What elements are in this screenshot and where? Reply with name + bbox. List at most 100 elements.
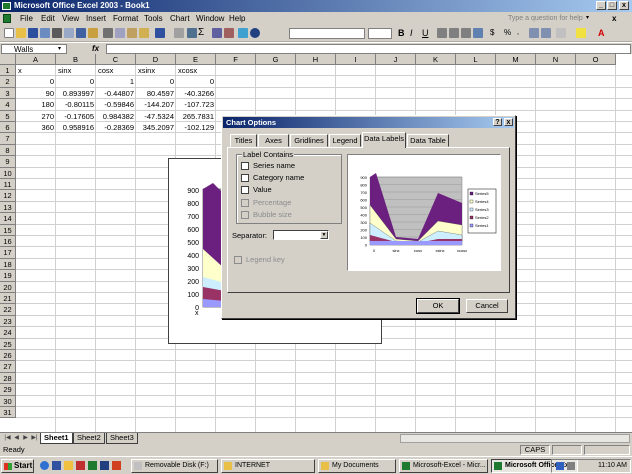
borders-icon[interactable] (556, 28, 566, 38)
spelling-icon[interactable] (76, 28, 86, 38)
column-header-c[interactable]: C (96, 54, 136, 65)
row-header-16[interactable]: 16 (0, 236, 16, 248)
cell-value[interactable]: 80.4597 (136, 88, 176, 100)
column-header-b[interactable]: B (56, 54, 96, 65)
italic-icon[interactable]: I (410, 28, 420, 38)
cell-value[interactable]: 0 (16, 76, 56, 88)
decrease-decimal-icon[interactable] (541, 28, 551, 38)
merge-center-icon[interactable] (473, 28, 483, 38)
desktop-icon[interactable] (52, 461, 61, 470)
cell-value[interactable]: -47.5324 (136, 111, 176, 123)
redo-icon[interactable] (174, 28, 184, 38)
row-header-20[interactable]: 20 (0, 281, 16, 293)
sort-ascending-icon[interactable] (212, 28, 222, 38)
row-header-12[interactable]: 12 (0, 190, 16, 202)
cell-value[interactable]: 265.7831 (176, 111, 216, 123)
network-icon[interactable] (556, 462, 564, 470)
formula-input[interactable] (106, 44, 631, 54)
font-name-select[interactable] (289, 28, 365, 39)
print-preview-icon[interactable] (64, 28, 74, 38)
excel-quicklaunch-icon[interactable] (88, 461, 97, 470)
new-icon[interactable] (4, 28, 14, 38)
row-header-23[interactable]: 23 (0, 315, 16, 328)
row-header-2[interactable]: 2 (0, 76, 16, 88)
row-header-13[interactable]: 13 (0, 201, 16, 214)
tab-data-table[interactable]: Data Table (407, 134, 449, 147)
column-header-k[interactable]: K (416, 54, 456, 65)
row-header-26[interactable]: 26 (0, 350, 16, 362)
task-removable-disk[interactable]: Removable Disk (F:) (131, 459, 218, 473)
menu-edit[interactable]: Edit (41, 12, 55, 25)
close-window-button[interactable]: x (619, 1, 629, 10)
word-quicklaunch-icon[interactable] (100, 461, 109, 470)
cell-value[interactable]: 0 (136, 76, 176, 88)
column-header-n[interactable]: N (536, 54, 576, 65)
minimize-button[interactable]: _ (596, 1, 606, 10)
task-microsoft-excel-micr[interactable]: Microsoft-Excel - Micr... (399, 459, 488, 473)
menu-file[interactable]: File (20, 12, 33, 25)
cell-value[interactable]: -107.723 (176, 99, 216, 111)
workbook-icon[interactable] (3, 14, 11, 23)
menu-insert[interactable]: Insert (86, 12, 106, 25)
help-search-input[interactable]: Type a question for help (508, 12, 592, 25)
dialog-close-button[interactable]: x (504, 118, 513, 126)
row-header-24[interactable]: 24 (0, 327, 16, 339)
cell-value[interactable]: 0 (56, 76, 96, 88)
cell-header[interactable]: x (18, 65, 56, 77)
prev-sheet-icon[interactable]: ◀ (12, 434, 21, 443)
cell-header[interactable]: xcosx (178, 65, 216, 77)
outlook-icon[interactable] (64, 461, 73, 470)
font-size-select[interactable] (368, 28, 392, 39)
underline-icon[interactable]: U (422, 28, 432, 38)
task-my-documents[interactable]: My Documents (318, 459, 396, 473)
cell-value[interactable]: 90 (16, 88, 56, 100)
cut-icon[interactable] (103, 28, 113, 38)
row-header-29[interactable]: 29 (0, 384, 16, 396)
cell-value[interactable]: -0.44807 (96, 88, 136, 100)
row-header-10[interactable]: 10 (0, 167, 16, 179)
row-header-14[interactable]: 14 (0, 213, 16, 225)
row-header-4[interactable]: 4 (0, 99, 16, 111)
checkbox-category-name[interactable]: Category name (241, 173, 304, 183)
cell-header[interactable]: sinx (58, 65, 96, 77)
cell-value[interactable]: -0.17605 (56, 111, 96, 123)
center-icon[interactable] (449, 28, 459, 38)
checkbox-series-name[interactable]: Series name (241, 161, 295, 171)
column-header-f[interactable]: F (216, 54, 256, 65)
row-header-17[interactable]: 17 (0, 247, 16, 259)
open-icon[interactable] (16, 28, 26, 38)
first-sheet-icon[interactable]: |◀ (3, 434, 12, 443)
cell-header[interactable]: xsinx (138, 65, 176, 77)
sheet-tab-sheet1[interactable]: Sheet1 (40, 433, 73, 444)
help-icon[interactable] (250, 28, 260, 38)
checkbox-box[interactable] (241, 174, 249, 182)
comma-icon[interactable]: , (517, 28, 527, 38)
cell-value[interactable]: 0.984382 (96, 111, 136, 123)
name-box-dropdown-icon[interactable]: ▾ (58, 45, 61, 52)
permission-icon[interactable] (40, 28, 50, 38)
bold-icon[interactable]: B (398, 28, 408, 38)
column-header-d[interactable]: D (136, 54, 176, 65)
select-all-corner[interactable] (0, 54, 16, 65)
autosum-icon[interactable]: Σ (198, 28, 208, 38)
checkbox-box[interactable] (241, 186, 249, 194)
row-header-9[interactable]: 9 (0, 156, 16, 168)
row-header-31[interactable]: 31 (0, 407, 16, 419)
checkbox-value[interactable]: Value (241, 185, 272, 195)
column-header-l[interactable]: L (456, 54, 496, 65)
cell-value[interactable]: -0.59846 (96, 99, 136, 111)
cell-value[interactable]: 0 (176, 76, 216, 88)
row-header-15[interactable]: 15 (0, 224, 16, 236)
menu-tools[interactable]: Tools (144, 12, 163, 25)
column-header-i[interactable]: I (336, 54, 376, 65)
row-header-28[interactable]: 28 (0, 372, 16, 385)
sheet-tab-sheet2[interactable]: Sheet2 (73, 433, 105, 444)
sort-descending-icon[interactable] (224, 28, 234, 38)
paste-icon[interactable] (127, 28, 137, 38)
media-icon[interactable] (76, 461, 85, 470)
cancel-button[interactable]: Cancel (466, 299, 508, 313)
tab-gridlines[interactable]: Gridlines (290, 134, 328, 147)
cell-value[interactable]: 1 (96, 76, 136, 88)
volume-icon[interactable] (567, 462, 575, 470)
row-header-22[interactable]: 22 (0, 304, 16, 316)
